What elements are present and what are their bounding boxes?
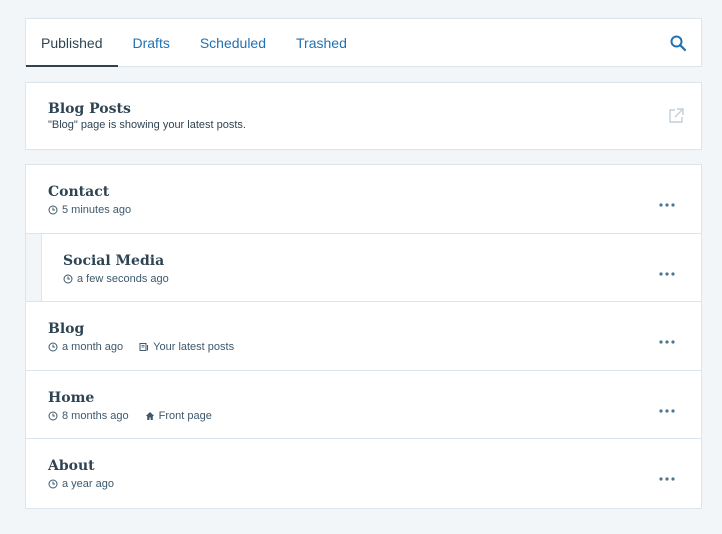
home-icon xyxy=(145,411,154,420)
page-time: a month ago xyxy=(62,341,124,353)
posts-icon xyxy=(139,343,149,351)
page-extra: Your latest posts xyxy=(153,341,235,353)
more-options-button[interactable] xyxy=(658,401,676,413)
page-time: 5 minutes ago xyxy=(62,204,132,216)
page-meta: a few seconds ago xyxy=(63,273,679,285)
tab-scheduled[interactable]: Scheduled xyxy=(185,19,281,66)
tab-drafts[interactable]: Drafts xyxy=(118,19,185,66)
more-options-button[interactable] xyxy=(658,332,676,344)
ellipsis-icon xyxy=(659,408,675,413)
ellipsis-icon xyxy=(659,477,675,481)
tab-published[interactable]: Published xyxy=(26,19,118,67)
pages-list: Contact 5 minutes ago Social Media a few… xyxy=(25,164,702,509)
page-time: 8 months ago xyxy=(62,409,129,422)
blog-posts-description: "Blog" page is showing your latest posts… xyxy=(48,119,246,131)
page-row-blog[interactable]: Blog a month ago Your latest posts xyxy=(26,302,701,371)
external-link-icon xyxy=(669,108,684,123)
clock-icon xyxy=(48,479,58,489)
search-icon xyxy=(670,35,687,52)
page-meta: 8 months ago Front page xyxy=(48,410,679,422)
section-nav: Published Drafts Scheduled Trashed xyxy=(25,18,702,67)
page-title[interactable]: Social Media xyxy=(63,252,679,270)
page-meta: 5 minutes ago xyxy=(48,204,679,216)
page-meta: a month ago Your latest posts xyxy=(48,341,679,353)
clock-icon xyxy=(48,205,58,215)
clock-icon xyxy=(48,342,58,352)
page-meta: a year ago xyxy=(48,478,679,490)
external-link-button[interactable] xyxy=(667,107,685,125)
tab-trashed[interactable]: Trashed xyxy=(281,19,362,66)
more-options-button[interactable] xyxy=(658,264,676,276)
page-time: a few seconds ago xyxy=(77,272,169,285)
page-title[interactable]: Blog xyxy=(48,320,679,338)
page-title[interactable]: Home xyxy=(48,389,679,407)
page-row-about[interactable]: About a year ago xyxy=(26,439,701,508)
more-options-button[interactable] xyxy=(658,469,676,481)
blog-posts-title: Blog Posts xyxy=(48,101,131,117)
ellipsis-icon xyxy=(659,340,675,344)
ellipsis-icon xyxy=(659,203,675,207)
clock-icon xyxy=(48,411,58,420)
page-time: a year ago xyxy=(62,478,114,490)
page-row-social-media[interactable]: Social Media a few seconds ago xyxy=(26,233,701,302)
clock-icon xyxy=(63,274,73,283)
search-button[interactable] xyxy=(669,34,687,52)
more-options-button[interactable] xyxy=(658,195,676,207)
page-title[interactable]: Contact xyxy=(48,183,679,201)
page-row-contact[interactable]: Contact 5 minutes ago xyxy=(26,165,701,234)
page-title[interactable]: About xyxy=(48,457,679,475)
ellipsis-icon xyxy=(659,271,675,276)
page-row-home[interactable]: Home 8 months ago Front page xyxy=(26,371,701,439)
page-extra: Front page xyxy=(158,409,212,422)
blog-posts-card: Blog Posts "Blog" page is showing your l… xyxy=(25,82,702,150)
